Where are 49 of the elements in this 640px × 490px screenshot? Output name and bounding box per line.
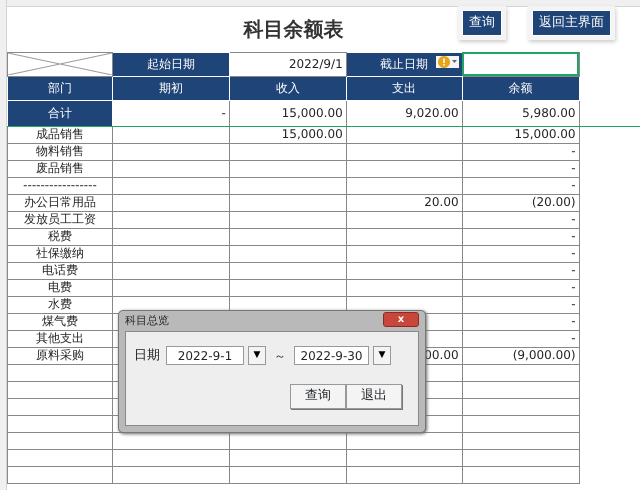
column-header: 部门 [8, 76, 112, 100]
column-header: 收入 [229, 76, 346, 100]
date-cell[interactable]: 2022/9/1 [229, 52, 346, 76]
table-cell: 物料销售 [8, 143, 112, 160]
table-cell: 社保缴纳 [8, 245, 112, 262]
dialog-button[interactable]: 退出 [346, 384, 402, 408]
table-cell: 电费 [8, 279, 112, 296]
table-cell: (20.00) [462, 194, 580, 211]
table-cell: ----------------- [8, 177, 112, 194]
table-cell: - [462, 330, 580, 347]
table-cell: - [462, 262, 580, 279]
table-cell: - [462, 211, 580, 228]
header-label: 截止日期 [380, 56, 428, 70]
table-cell: - [462, 313, 580, 330]
table-cell: 煤气费 [8, 313, 112, 330]
range-separator: ～ [274, 348, 286, 365]
dropdown-button[interactable]: ▼ [248, 346, 266, 366]
dropdown-button[interactable]: ▼ [373, 346, 391, 366]
header-cell: 起始日期 [112, 52, 230, 76]
table-cell: - [462, 160, 580, 177]
column-header: 余额 [462, 76, 580, 100]
table-cell: - [462, 228, 580, 245]
table-cell: - [462, 279, 580, 296]
table-cell: 其他支出 [8, 330, 112, 347]
table-cell: 办公日常用品 [8, 194, 112, 211]
table-cell: 电话费 [8, 262, 112, 279]
date-label: 日期 [134, 347, 160, 365]
table-cell: 20.00 [346, 194, 462, 211]
date-field[interactable]: 2022-9-30 [294, 346, 369, 366]
table-cell: 发放员工工资 [8, 211, 112, 228]
close-button[interactable]: x [383, 312, 419, 327]
dialog-title: 科目总览 [125, 313, 169, 329]
input-cell[interactable] [462, 52, 580, 76]
date-field[interactable]: 2022-9-1 [166, 346, 244, 366]
table-cell: - [462, 177, 580, 194]
table-cell: 废品销售 [8, 160, 112, 177]
table-cell: - [462, 296, 580, 313]
column-header: 期初 [112, 76, 230, 100]
table-cell: - [462, 245, 580, 262]
table-cell: - [462, 143, 580, 160]
table-cell: 水费 [8, 296, 112, 313]
total-label: 合计 [8, 100, 112, 126]
table-cell: 税费 [8, 228, 112, 245]
warning-icon[interactable] [436, 56, 459, 68]
dialog-button[interactable]: 查询 [290, 384, 346, 408]
column-header: 支出 [346, 76, 462, 100]
table-cell: 原料采购 [8, 347, 112, 364]
table-cell: (9,000.00) [462, 347, 580, 364]
sheet-title: 科目余额表 [243, 16, 344, 41]
